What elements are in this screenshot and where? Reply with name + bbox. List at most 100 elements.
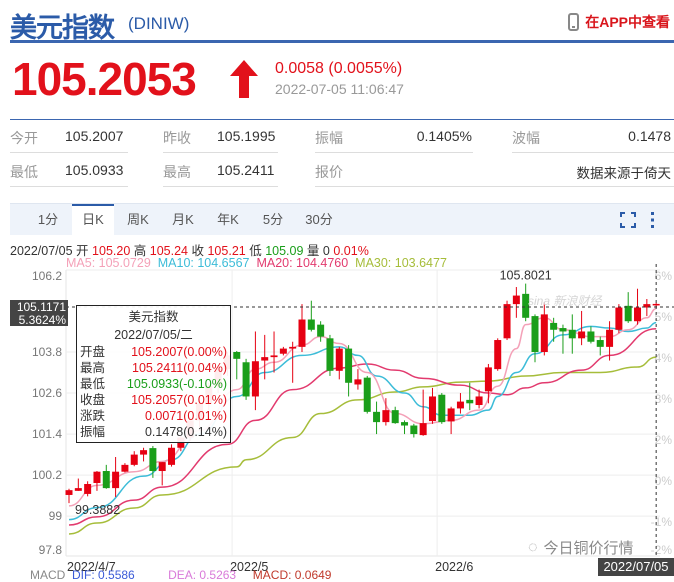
candlestick-chart[interactable]: 106.2 103.8 102.6 101.4 100.2 99 97.8 6% 5% 4% 3% 2… (0, 0, 674, 576)
candle-down (596, 340, 604, 347)
tooltip-value: 0.1478(0.14%) (144, 425, 227, 439)
candle-down (624, 305, 632, 322)
right-tick-label: 0% (655, 474, 673, 488)
right-tick-label: 4% (655, 351, 673, 365)
candle-down (587, 331, 595, 342)
candle-down (373, 411, 381, 423)
crosshair-date-label: 2022/07/05 (598, 558, 674, 576)
candle-down (345, 348, 353, 383)
right-tick-label: -2% (651, 543, 673, 557)
y-tick-label: 100.2 (32, 468, 62, 482)
macd-dif: DIF: 0.5586 (72, 568, 135, 582)
crosshair-price: 105.1171 (16, 300, 66, 314)
wechat-watermark: ◌ 今日铜价行情 (528, 537, 634, 558)
candle-up (112, 471, 120, 489)
candle-up (74, 488, 82, 491)
candle-down (568, 329, 576, 339)
candle-down (363, 377, 371, 412)
candle-up (428, 396, 436, 422)
tooltip-label: 收盘 (80, 393, 106, 407)
candle-up (447, 408, 455, 422)
tooltip-label: 振幅 (80, 425, 106, 439)
candle-up (494, 340, 502, 370)
candle-down (410, 425, 418, 435)
tooltip-value: 0.0071(0.01%) (144, 409, 227, 423)
crosshair-price-label: 105.1171 5.3624% (10, 300, 68, 326)
y-tick-label: 97.8 (39, 543, 63, 557)
macd-legend: MACD DIF: 0.5586 DEA: 0.5263 MACD: 0.064… (30, 568, 331, 582)
right-tick-label: 2% (655, 433, 673, 447)
candle-up (121, 464, 129, 472)
candle-up (634, 307, 642, 322)
tooltip-value: 105.2057(0.01%) (131, 393, 227, 407)
candle-up (140, 450, 148, 455)
candle-up (512, 295, 520, 305)
candle-down (326, 338, 334, 371)
tooltip-label: 最低 (80, 377, 106, 391)
tooltip-date: 2022/07/05/二 (114, 328, 193, 342)
candle-up (335, 348, 343, 371)
candle-down (531, 316, 539, 352)
candle-down (391, 410, 399, 424)
candle-up (382, 410, 390, 423)
candle-up (130, 454, 138, 465)
candle-down (307, 319, 315, 330)
candle-up (540, 314, 548, 352)
max-price-label: 105.8021 (500, 269, 552, 283)
candle-up (84, 484, 92, 494)
candle-up (419, 423, 427, 436)
candle-up (65, 490, 73, 495)
candle-up (354, 379, 362, 385)
macd-dea: DEA: 0.5263 (168, 568, 237, 582)
candle-down (242, 362, 250, 397)
candle-up (615, 307, 623, 330)
candle-down (559, 328, 567, 332)
x-tick-label: 2022/6 (435, 560, 473, 574)
y-tick-label: 106.2 (32, 269, 62, 283)
candle-up (475, 396, 483, 406)
candle-down (233, 352, 241, 359)
candle-down (149, 448, 157, 472)
candle-up (279, 348, 287, 354)
tooltip-value: 105.2411(0.04%) (132, 361, 227, 375)
wechat-watermark-text: 今日铜价行情 (543, 540, 634, 557)
candle-down (550, 322, 558, 330)
candle-down (317, 324, 325, 337)
candle-down (466, 399, 474, 404)
candle-up (168, 447, 176, 465)
wechat-icon: ◌ (528, 538, 538, 556)
candle-down (401, 422, 409, 426)
sina-watermark: sina 新浪财经 (528, 294, 602, 308)
candle-up (503, 304, 511, 339)
candle-up (270, 355, 278, 358)
macd-label: MACD (30, 568, 66, 582)
candle-down (438, 394, 446, 423)
y-tick-label: 101.4 (32, 427, 62, 441)
candle-down (102, 471, 110, 489)
tooltip-label: 最高 (80, 361, 106, 375)
right-tick-label: -1% (651, 515, 673, 529)
candle-up (158, 462, 166, 472)
y-tick-label: 99 (49, 509, 63, 523)
tooltip-title: 美元指数 (128, 310, 179, 324)
y-tick-label: 103.8 (32, 345, 62, 359)
candle-up (93, 471, 101, 483)
right-tick-label: 5% (655, 310, 673, 324)
candle-up (289, 346, 297, 349)
candle-up (484, 367, 492, 392)
macd-value: MACD: 0.0649 (252, 568, 332, 582)
tooltip-value: 105.2007(0.00%) (131, 345, 227, 359)
y-tick-label: 102.6 (32, 386, 62, 400)
candle-up (251, 361, 259, 397)
candle-up (578, 331, 586, 339)
candle-up (606, 329, 614, 347)
candle-up (652, 303, 660, 306)
min-price-label: 99.3882 (75, 503, 120, 517)
candle-up (456, 401, 464, 409)
candle-up (261, 357, 269, 361)
candle-up (298, 319, 306, 347)
right-tick-label: 6% (655, 269, 673, 283)
tooltip-label: 涨跌 (80, 409, 106, 423)
crosshair-pct: 5.3624% (18, 312, 66, 327)
candle-tooltip: 美元指数 2022/07/05/二 开盘 105.2007(0.00%) 最高 10… (76, 305, 231, 443)
